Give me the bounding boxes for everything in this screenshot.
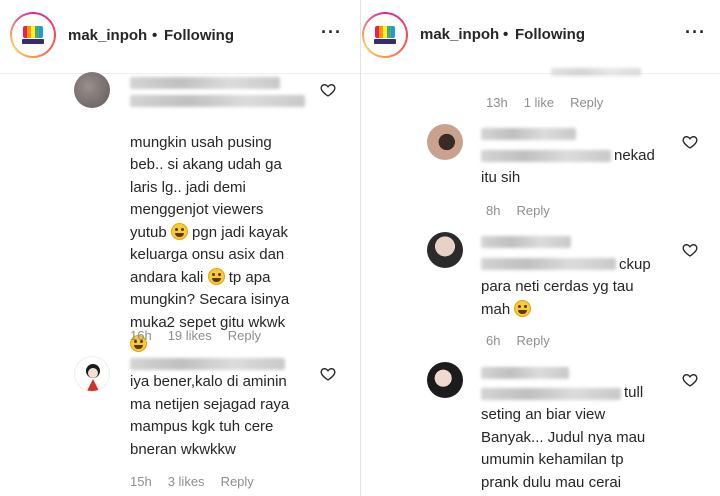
left-post-panel: mak_inpoh • Following ··· mungkin usah p… bbox=[0, 0, 360, 496]
reply-button[interactable]: Reply bbox=[570, 95, 603, 110]
comment-meta: 13h 1 like Reply bbox=[486, 95, 603, 110]
like-heart-icon[interactable] bbox=[320, 82, 336, 98]
tv-logo-icon bbox=[375, 26, 395, 38]
blurred-mention bbox=[481, 388, 621, 400]
reply-button[interactable]: Reply bbox=[228, 328, 261, 343]
blurred-username bbox=[481, 236, 571, 248]
comment-meta: 16h 19 likes Reply bbox=[130, 328, 261, 343]
comment-meta: 15h 3 likes Reply bbox=[130, 474, 254, 489]
tv-logo-icon bbox=[23, 26, 43, 38]
blurred-mention bbox=[130, 95, 305, 107]
comment-text: para neti cerdas yg tau mah bbox=[481, 278, 634, 318]
more-options-icon[interactable]: ··· bbox=[321, 22, 342, 43]
commenter-avatar[interactable] bbox=[427, 232, 463, 268]
comment-time: 8h bbox=[486, 203, 501, 218]
comment-time: 15h bbox=[130, 474, 152, 489]
username-link[interactable]: mak_inpoh bbox=[68, 27, 147, 44]
comment-meta: 8h Reply bbox=[486, 203, 550, 218]
comment-text: mungkin usah pusing beb.. si akang udah … bbox=[130, 109, 330, 357]
laughing-emoji-icon bbox=[514, 299, 532, 317]
blurred-mention bbox=[481, 258, 616, 270]
comment-time: 16h bbox=[130, 328, 152, 343]
like-heart-icon[interactable] bbox=[320, 366, 336, 382]
commenter-avatar[interactable] bbox=[427, 362, 463, 398]
more-options-icon[interactable]: ··· bbox=[685, 22, 706, 43]
post-header: mak_inpoh • Following ··· bbox=[361, 0, 720, 74]
right-post-panel: mak_inpoh • Following ··· 13h 1 like Rep… bbox=[361, 0, 720, 496]
like-heart-icon[interactable] bbox=[682, 242, 698, 258]
comment-likes[interactable]: 19 likes bbox=[168, 328, 212, 343]
comment-time: 13h bbox=[486, 95, 508, 110]
blurred-username bbox=[130, 358, 285, 370]
blurred-username bbox=[130, 77, 280, 89]
reply-button[interactable]: Reply bbox=[221, 474, 254, 489]
comment-text-inline: tull bbox=[624, 384, 644, 401]
comment-meta: 6h Reply bbox=[486, 333, 550, 348]
reply-button[interactable]: Reply bbox=[516, 333, 549, 348]
profile-avatar[interactable] bbox=[362, 12, 408, 58]
comment-text: seting an biar view Banyak... Judul nya … bbox=[481, 406, 646, 491]
blurred-username bbox=[481, 367, 569, 379]
blurred-text bbox=[551, 68, 641, 76]
comment-likes[interactable]: 3 likes bbox=[168, 474, 205, 489]
laughing-emoji-icon bbox=[170, 222, 188, 240]
like-heart-icon[interactable] bbox=[682, 134, 698, 150]
following-button[interactable]: Following bbox=[164, 27, 234, 44]
post-header: mak_inpoh • Following ··· bbox=[0, 0, 360, 74]
like-heart-icon[interactable] bbox=[682, 372, 698, 388]
separator-dot: • bbox=[152, 27, 158, 44]
comment-text-inline: ckup bbox=[619, 256, 651, 273]
commenter-avatar[interactable] bbox=[74, 356, 110, 392]
comment-text-inline: nekad bbox=[614, 147, 655, 164]
reply-button[interactable]: Reply bbox=[516, 203, 549, 218]
blurred-username bbox=[481, 128, 576, 140]
blurred-mention bbox=[481, 150, 611, 162]
username-link[interactable]: mak_inpoh bbox=[420, 26, 499, 43]
separator-dot: • bbox=[503, 26, 509, 43]
laughing-emoji-icon bbox=[207, 267, 225, 285]
comment-text: iya bener,kalo di aminin ma netijen seja… bbox=[130, 373, 290, 458]
comment-likes[interactable]: 1 like bbox=[524, 95, 554, 110]
profile-avatar[interactable] bbox=[10, 12, 56, 58]
comment-text: itu sih bbox=[481, 169, 521, 186]
commenter-avatar[interactable] bbox=[74, 72, 110, 108]
following-button[interactable]: Following bbox=[515, 26, 585, 43]
commenter-avatar[interactable] bbox=[427, 124, 463, 160]
comment-time: 6h bbox=[486, 333, 501, 348]
